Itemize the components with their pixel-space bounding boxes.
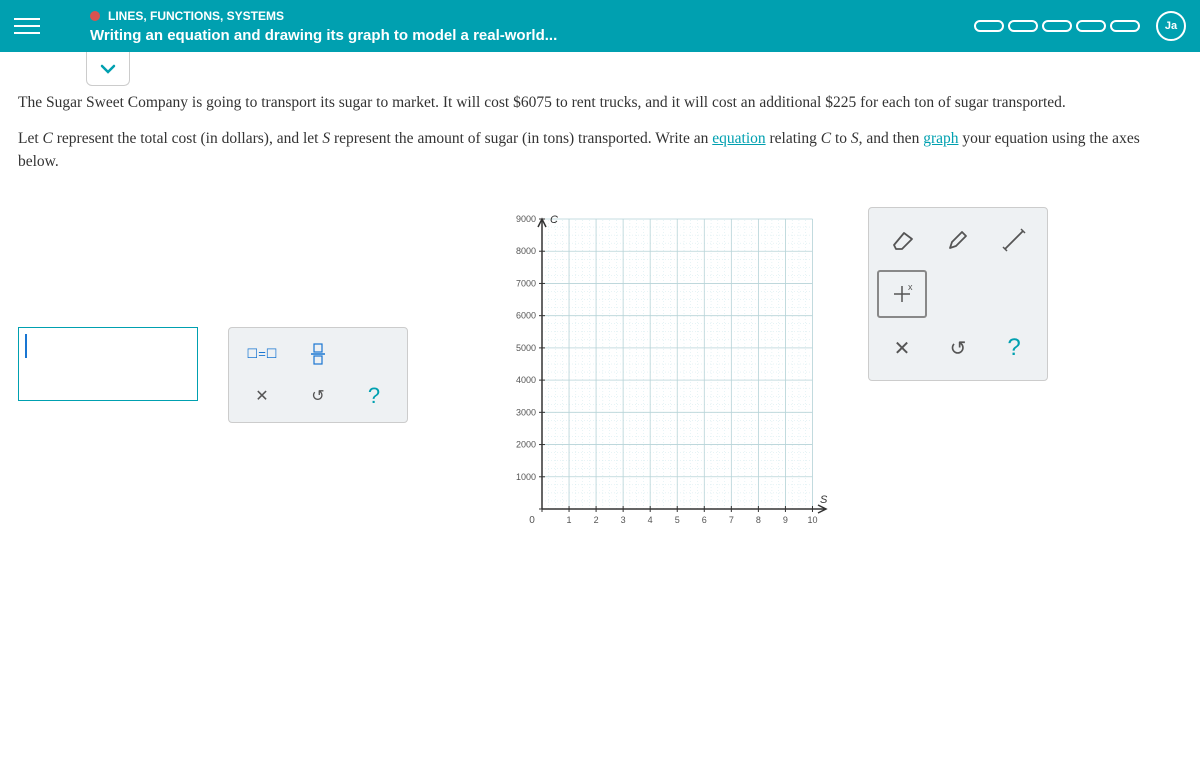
graph-panel: 1 2 3 4 5 6 7 8 9 10 0 1000 2000 3000 4000 5000 6000 7000… — [498, 207, 1048, 547]
coordinate-plane[interactable]: 1 2 3 4 5 6 7 8 9 10 0 1000 2000 3000 4000 5000 6000 7000… — [498, 207, 838, 547]
pencil-tool[interactable] — [933, 216, 983, 264]
svg-text:S: S — [820, 494, 828, 506]
progress-box — [1042, 20, 1072, 32]
svg-text:6000: 6000 — [516, 311, 536, 321]
svg-text:6: 6 — [702, 515, 707, 525]
svg-text:5000: 5000 — [516, 343, 536, 353]
progress-indicator — [974, 20, 1140, 32]
clear-button[interactable]: ✕ — [237, 378, 287, 414]
menu-icon[interactable] — [14, 13, 40, 39]
help-button[interactable]: ? — [349, 378, 399, 414]
pencil-icon — [946, 228, 970, 252]
svg-text:8: 8 — [756, 515, 761, 525]
svg-text:7000: 7000 — [516, 279, 536, 289]
eraser-tool[interactable] — [877, 216, 927, 264]
svg-text:1000: 1000 — [516, 472, 536, 482]
chevron-down-icon — [99, 60, 117, 78]
graph-link[interactable]: graph — [923, 130, 958, 147]
undo-button[interactable]: ↺ — [293, 378, 343, 414]
svg-text:4: 4 — [648, 515, 653, 525]
svg-text:3000: 3000 — [516, 408, 536, 418]
graph-undo-button[interactable]: ↺ — [933, 324, 983, 372]
line-tool[interactable] — [989, 216, 1039, 264]
svg-text:C: C — [550, 214, 558, 226]
progress-box — [974, 20, 1004, 32]
equation-link[interactable]: equation — [712, 130, 765, 147]
equation-input[interactable] — [18, 327, 198, 401]
category-label: LINES, FUNCTIONS, SYSTEMS — [108, 9, 284, 23]
graph-palette: x ✕ ↺ ? — [868, 207, 1048, 381]
progress-box — [1076, 20, 1106, 32]
workspace: ☐=☐ ✕ ↺ ? 1 2 3 4 5 6 7 8 9 10 0 1000 2000 3000 4000 50… — [0, 187, 1200, 567]
svg-text:9: 9 — [783, 515, 788, 525]
svg-text:4000: 4000 — [516, 376, 536, 386]
line-icon — [1001, 227, 1027, 253]
svg-text:9000: 9000 — [516, 214, 536, 224]
progress-box — [1110, 20, 1140, 32]
fraction-icon — [309, 342, 327, 366]
point-plus-icon: x — [888, 280, 916, 308]
header-text: LINES, FUNCTIONS, SYSTEMS Writing an equ… — [90, 9, 974, 44]
svg-text:1: 1 — [567, 515, 572, 525]
svg-text:7: 7 — [729, 515, 734, 525]
svg-text:2000: 2000 — [516, 440, 536, 450]
svg-text:5: 5 — [675, 515, 680, 525]
palette-spacer — [349, 336, 399, 372]
equation-palette: ☐=☐ ✕ ↺ ? — [228, 327, 408, 423]
eraser-icon — [888, 229, 916, 251]
graph-help-button[interactable]: ? — [989, 324, 1039, 372]
user-avatar[interactable]: Ja — [1156, 11, 1186, 41]
progress-box — [1008, 20, 1038, 32]
equation-panel: ☐=☐ ✕ ↺ ? — [18, 327, 408, 423]
equals-template-button[interactable]: ☐=☐ — [237, 336, 287, 372]
svg-text:8000: 8000 — [516, 247, 536, 257]
svg-text:0: 0 — [529, 515, 535, 526]
fraction-template-button[interactable] — [293, 336, 343, 372]
text-cursor — [25, 334, 27, 358]
svg-text:10: 10 — [807, 515, 817, 525]
category-dot-icon — [90, 11, 100, 21]
expand-toggle[interactable] — [86, 52, 130, 86]
app-header: LINES, FUNCTIONS, SYSTEMS Writing an equ… — [0, 0, 1200, 52]
point-add-tool[interactable]: x — [877, 270, 927, 318]
graph-clear-button[interactable]: ✕ — [877, 324, 927, 372]
svg-text:3: 3 — [621, 515, 626, 525]
svg-text:2: 2 — [594, 515, 599, 525]
problem-statement: The Sugar Sweet Company is going to tran… — [0, 52, 1200, 173]
lesson-title: Writing an equation and drawing its grap… — [90, 27, 974, 44]
svg-text:x: x — [908, 282, 913, 292]
